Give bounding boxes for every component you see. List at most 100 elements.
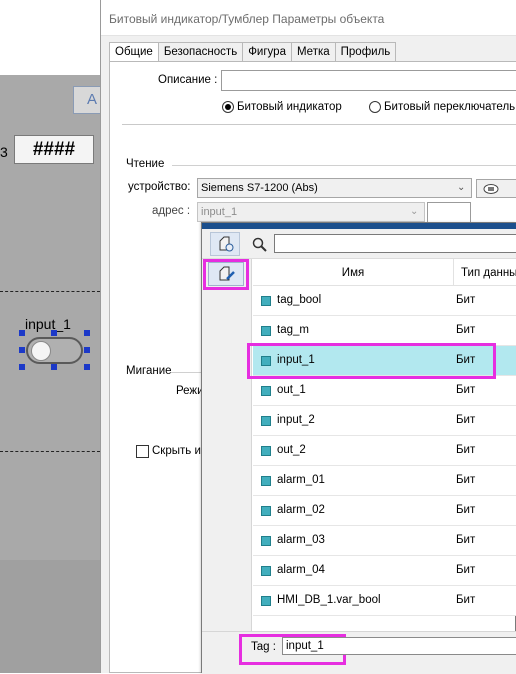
tag-row[interactable]: out_1 Бит bbox=[253, 376, 516, 406]
tag-name: input_2 bbox=[277, 414, 315, 426]
tag-row[interactable]: tag_bool Бит bbox=[253, 286, 516, 316]
device-select-value: Siemens S7-1200 (Abs) bbox=[201, 182, 318, 194]
tag-search-input[interactable] bbox=[274, 234, 516, 253]
highlight-box bbox=[247, 343, 496, 379]
tag-row[interactable]: alarm_03 Бит bbox=[253, 526, 516, 556]
tag-picker-popup: Имя Тип данны tag_bool Бит tag_m Бит inp… bbox=[201, 222, 516, 674]
tag-type: Бит bbox=[456, 384, 476, 396]
tag-row[interactable]: tag_m Бит bbox=[253, 316, 516, 346]
tag-type: Бит bbox=[456, 324, 476, 336]
hide-checkbox[interactable] bbox=[136, 445, 149, 458]
tag-type: Бит bbox=[456, 444, 476, 456]
tag-row[interactable]: HMI_DB_1.var_bool Бит bbox=[253, 586, 516, 616]
device-settings-button[interactable] bbox=[476, 179, 516, 198]
blink-group-title: Мигание bbox=[126, 365, 172, 377]
device-label: устройство: bbox=[128, 181, 191, 193]
canvas-text-button[interactable]: A bbox=[73, 86, 103, 114]
selection-handle[interactable] bbox=[51, 330, 57, 336]
address-extra-field[interactable] bbox=[427, 202, 471, 224]
tag-type: Бит bbox=[456, 414, 476, 426]
tag-row[interactable]: out_2 Бит bbox=[253, 436, 516, 466]
tag-icon bbox=[261, 326, 271, 336]
device-icon bbox=[483, 184, 499, 194]
tag-name: out_1 bbox=[277, 384, 306, 396]
edit-tag-button[interactable] bbox=[208, 262, 244, 286]
tag-name: out_2 bbox=[277, 444, 306, 456]
popup-toolbar bbox=[202, 229, 516, 259]
tag-edit-icon bbox=[219, 266, 235, 281]
canvas-dashed-line bbox=[0, 291, 100, 292]
tag-name: HMI_DB_1.var_bool bbox=[277, 594, 381, 606]
tag-row[interactable]: alarm_02 Бит bbox=[253, 496, 516, 526]
read-group-border bbox=[172, 165, 516, 166]
description-field[interactable] bbox=[221, 70, 516, 91]
canvas-dashed-line bbox=[0, 451, 100, 452]
separator bbox=[122, 124, 516, 125]
tag-type: Бит bbox=[456, 564, 476, 576]
tag-name: alarm_03 bbox=[277, 534, 325, 546]
canvas-toggle-switch[interactable] bbox=[26, 337, 83, 364]
add-tag-button[interactable] bbox=[210, 232, 240, 256]
tag-type: Бит bbox=[456, 504, 476, 516]
selection-handle[interactable] bbox=[84, 330, 90, 336]
tab-bar: Общие Безопасность Фигура Метка Профиль bbox=[109, 42, 397, 64]
selection-handle[interactable] bbox=[51, 364, 57, 370]
hide-checkbox-label: Скрыть из bbox=[152, 445, 207, 457]
selection-handle[interactable] bbox=[19, 347, 25, 353]
device-select[interactable]: Siemens S7-1200 (Abs) ⌄ bbox=[197, 178, 472, 198]
tag-value-input[interactable]: input_1 bbox=[282, 637, 516, 655]
editor-screen-lower bbox=[0, 560, 100, 673]
radio-bit-indicator-label: Битовый индикатор bbox=[237, 101, 342, 113]
tag-icon bbox=[261, 416, 271, 426]
radio-bit-switch[interactable] bbox=[369, 101, 381, 113]
tag-icon bbox=[261, 506, 271, 516]
tag-icon bbox=[261, 536, 271, 546]
tag-name: tag_bool bbox=[277, 294, 322, 306]
tag-name: alarm_01 bbox=[277, 474, 325, 486]
selection-handle[interactable] bbox=[19, 330, 25, 336]
selection-handle[interactable] bbox=[19, 364, 25, 370]
radio-bit-indicator[interactable] bbox=[222, 101, 234, 113]
column-type-header[interactable]: Тип данны bbox=[461, 267, 516, 279]
editor-canvas-top bbox=[0, 0, 100, 75]
tag-row[interactable]: input_2 Бит bbox=[253, 406, 516, 436]
tag-type: Бит bbox=[456, 594, 476, 606]
column-divider[interactable] bbox=[453, 259, 454, 286]
tag-icon bbox=[261, 386, 271, 396]
address-select-value: input_1 bbox=[201, 206, 238, 218]
address-label: адрес : bbox=[152, 205, 191, 217]
tab-label[interactable]: Метка bbox=[291, 42, 336, 62]
tag-add-icon bbox=[219, 236, 234, 252]
tag-icon bbox=[261, 596, 271, 606]
blink-mode-label: Режи bbox=[176, 385, 204, 397]
tag-row[interactable]: alarm_01 Бит bbox=[253, 466, 516, 496]
tab-profile[interactable]: Профиль bbox=[335, 42, 397, 62]
tag-label: Tag : bbox=[251, 641, 276, 653]
tag-icon bbox=[261, 296, 271, 306]
tag-type: Бит bbox=[456, 294, 476, 306]
chevron-down-icon: ⌄ bbox=[410, 206, 419, 217]
tag-icon bbox=[261, 476, 271, 486]
address-select[interactable]: input_1 ⌄ bbox=[197, 202, 425, 222]
tab-security[interactable]: Безопасность bbox=[158, 42, 244, 62]
tag-type: Бит bbox=[456, 534, 476, 546]
toggle-knob bbox=[31, 341, 51, 361]
tag-name: alarm_04 bbox=[277, 564, 325, 576]
dialog-title-bar[interactable]: Битовый индикатор/Тумблер Параметры объе… bbox=[101, 0, 516, 36]
tag-icon bbox=[261, 566, 271, 576]
tag-entry-bar: Tag : input_1 bbox=[202, 631, 516, 674]
selection-handle[interactable] bbox=[84, 347, 90, 353]
popup-left-strip bbox=[202, 259, 252, 674]
tag-type: Бит bbox=[456, 474, 476, 486]
tag-name: alarm_02 bbox=[277, 504, 325, 516]
tab-shape[interactable]: Фигура bbox=[243, 42, 292, 62]
tag-row[interactable]: alarm_04 Бит bbox=[253, 556, 516, 586]
column-name-header[interactable]: Имя bbox=[253, 267, 453, 279]
tag-list-header: Имя Тип данны bbox=[253, 259, 516, 286]
description-label: Описание : bbox=[158, 74, 218, 86]
canvas-numeric-display[interactable]: #### bbox=[14, 135, 94, 164]
search-icon bbox=[252, 237, 267, 252]
selection-handle[interactable] bbox=[84, 364, 90, 370]
canvas-toggle-label: input_1 bbox=[25, 316, 71, 332]
tag-name: tag_m bbox=[277, 324, 309, 336]
